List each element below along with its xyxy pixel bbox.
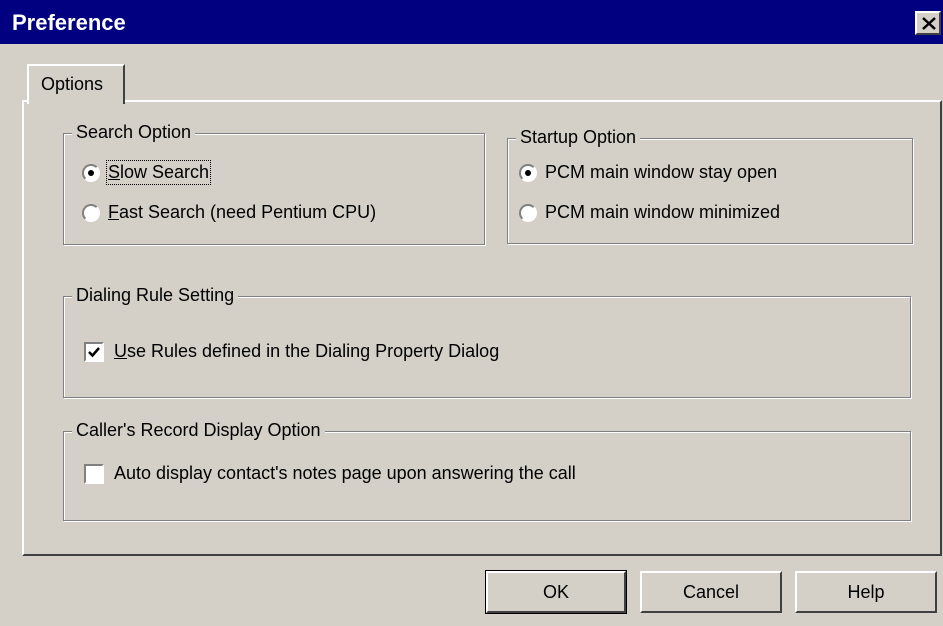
tab-options-label: Options <box>41 74 104 94</box>
radio-selected <box>82 163 100 182</box>
close-button[interactable] <box>915 11 941 35</box>
checkbox-unchecked <box>84 463 104 484</box>
fast-search-radio[interactable]: Fast Search (need Pentium CPU) <box>82 202 376 223</box>
auto-display-checkbox[interactable]: Auto display contact's notes page upon a… <box>84 463 576 484</box>
startup-option-legend: Startup Option <box>516 127 641 148</box>
cancel-button[interactable]: Cancel <box>640 571 782 613</box>
title-bar: Preference <box>0 0 943 44</box>
radio-unselected <box>519 203 537 222</box>
help-label: Help <box>847 581 885 602</box>
use-rules-checkbox[interactable]: Use Rules defined in the Dialing Propert… <box>84 341 499 362</box>
ok-label: OK <box>542 581 569 602</box>
radio-selected <box>519 163 537 182</box>
use-rules-label: Use Rules defined in the Dialing Propert… <box>114 341 500 361</box>
help-button[interactable]: Help <box>795 571 937 613</box>
cancel-label: Cancel <box>682 581 740 602</box>
minimized-radio[interactable]: PCM main window minimized <box>519 202 780 223</box>
checkbox-checked <box>84 341 104 362</box>
window-title: Preference <box>12 10 126 35</box>
stay-open-radio[interactable]: PCM main window stay open <box>519 162 777 183</box>
fast-search-label: Fast Search (need Pentium CPU) <box>108 202 377 222</box>
slow-search-label: Slow Search <box>105 160 212 185</box>
tab-options[interactable]: Options <box>27 64 125 104</box>
caller-record-legend: Caller's Record Display Option <box>72 420 325 441</box>
radio-unselected <box>82 203 100 222</box>
close-icon <box>922 17 936 30</box>
auto-display-label: Auto display contact's notes page upon a… <box>114 463 576 483</box>
checkmark-icon <box>88 346 100 357</box>
dialing-rule-legend: Dialing Rule Setting <box>72 285 239 306</box>
ok-button[interactable]: OK <box>485 570 627 614</box>
startup-option-group: Startup Option <box>507 127 913 244</box>
search-option-group: Search Option <box>63 122 485 245</box>
minimized-label: PCM main window minimized <box>545 202 781 222</box>
slow-search-radio[interactable]: Slow Search <box>82 160 212 185</box>
search-option-legend: Search Option <box>72 122 196 143</box>
stay-open-label: PCM main window stay open <box>545 162 778 182</box>
